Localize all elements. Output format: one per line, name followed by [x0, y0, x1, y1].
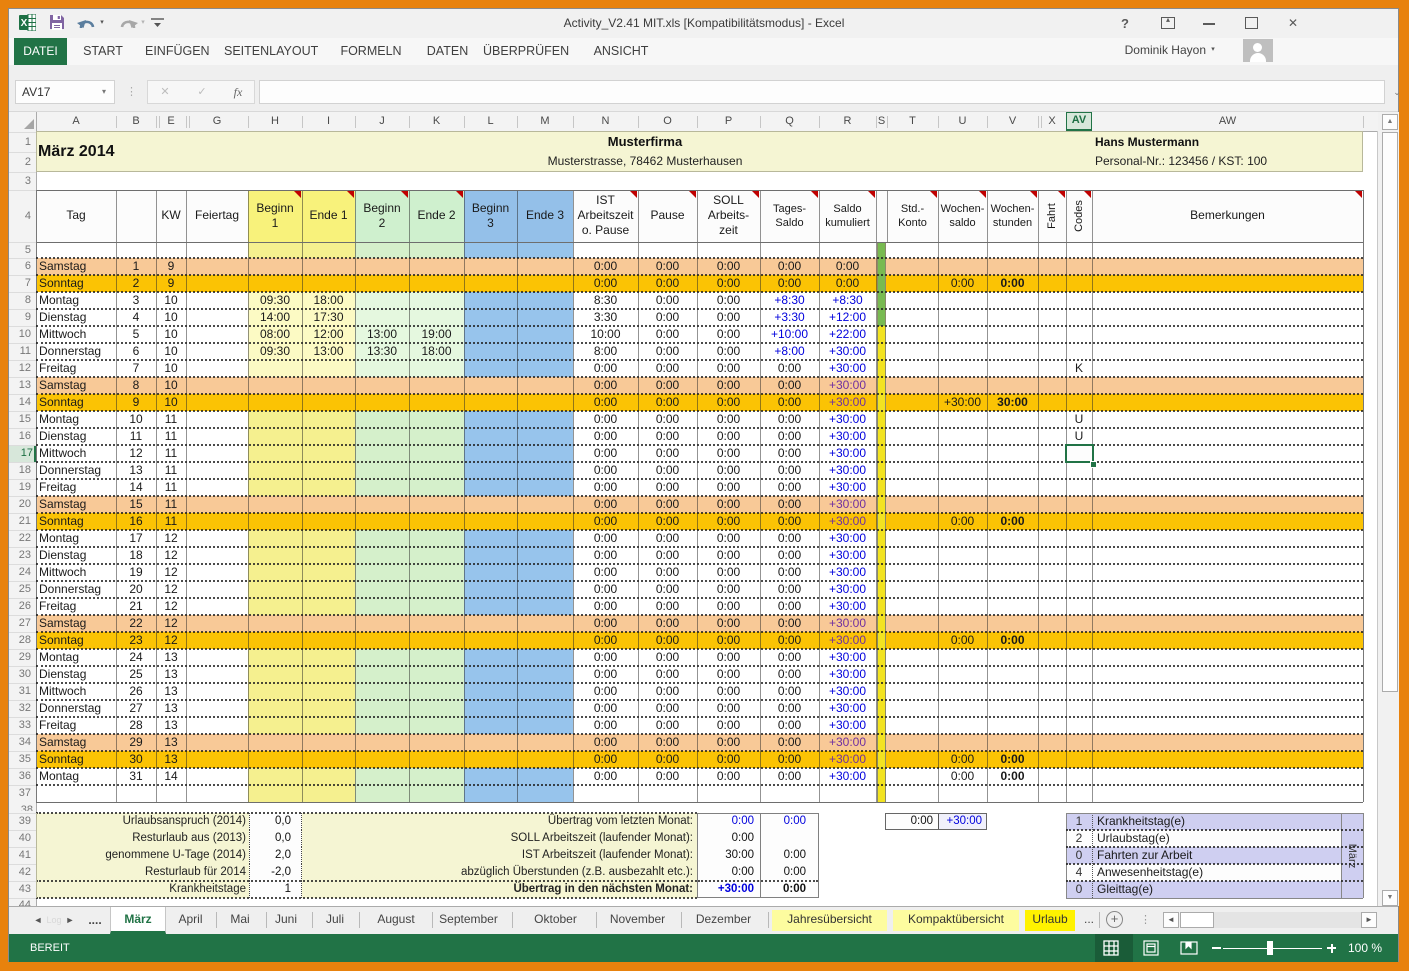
svg-text:X: X — [21, 18, 28, 29]
